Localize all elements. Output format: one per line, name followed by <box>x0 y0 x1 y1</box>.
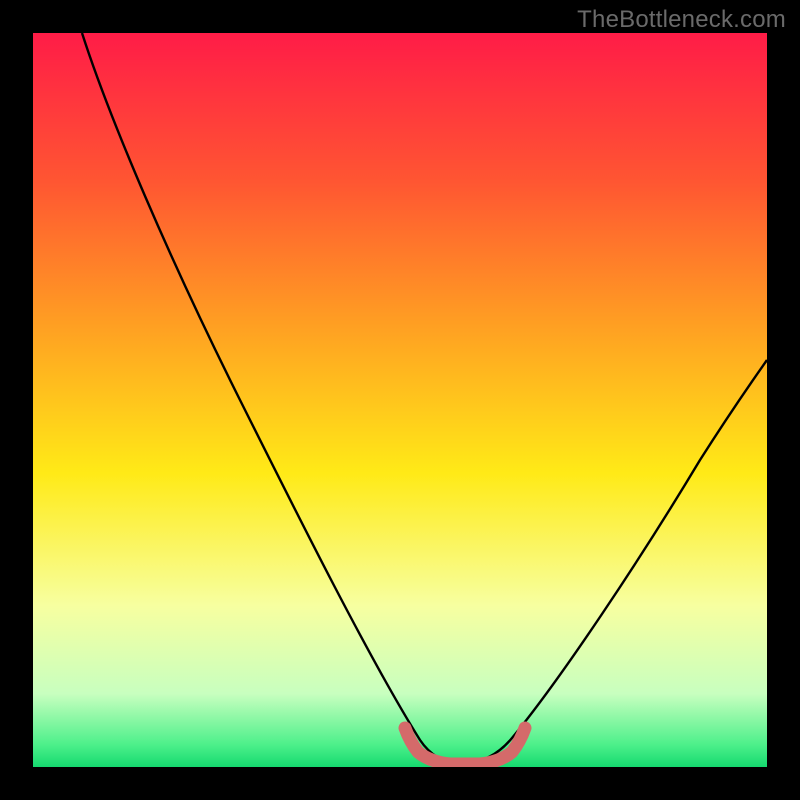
frame-left <box>0 0 33 800</box>
watermark-text: TheBottleneck.com <box>577 6 786 34</box>
chart-svg <box>0 0 800 800</box>
chart-container: TheBottleneck.com <box>0 0 800 800</box>
plot-background <box>33 33 767 767</box>
frame-bottom <box>0 767 800 800</box>
frame-right <box>767 0 800 800</box>
